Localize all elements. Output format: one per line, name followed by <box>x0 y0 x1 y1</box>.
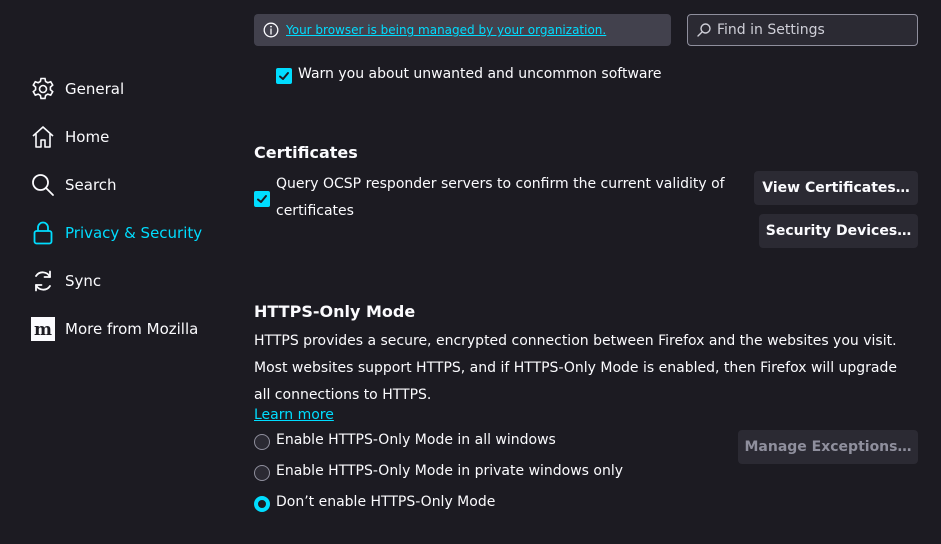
learn-more-link[interactable]: Learn more <box>254 407 334 423</box>
settings-page: General Home Search Privacy & Security S… <box>0 0 941 544</box>
security-devices-button[interactable]: Security Devices… <box>759 214 918 248</box>
sidebar-item-privacy-security[interactable]: Privacy & Security <box>30 217 202 249</box>
https-only-heading: HTTPS-Only Mode <box>254 302 416 321</box>
https-only-disabled-radio[interactable] <box>254 496 270 512</box>
manage-exceptions-button[interactable]: Manage Exceptions… <box>738 430 918 464</box>
sidebar-item-label: General <box>65 80 125 98</box>
certificates-heading: Certificates <box>254 143 358 162</box>
https-only-description: HTTPS provides a secure, encrypted conne… <box>254 333 898 403</box>
sidebar-item-more-from-mozilla[interactable]: m More from Mozilla <box>30 313 198 345</box>
ocsp-checkbox[interactable] <box>254 191 270 207</box>
sidebar-item-sync[interactable]: Sync <box>30 265 101 297</box>
https-only-disabled-label: Don’t enable HTTPS-Only Mode <box>276 494 496 510</box>
lock-icon <box>30 220 56 246</box>
warn-unwanted-software-checkbox[interactable] <box>276 68 292 84</box>
https-only-all-windows-radio[interactable] <box>254 434 270 450</box>
checkmark-icon <box>279 72 289 80</box>
search-icon <box>30 172 56 198</box>
gear-icon <box>30 76 56 102</box>
https-only-private-windows-radio[interactable] <box>254 465 270 481</box>
sidebar-item-label: Home <box>65 128 110 146</box>
svg-text:m: m <box>34 320 52 340</box>
https-only-all-windows-label: Enable HTTPS-Only Mode in all windows <box>276 432 556 448</box>
home-icon <box>30 124 56 150</box>
checkmark-icon <box>257 195 267 203</box>
ocsp-label-line1: Query OCSP responder servers to confirm … <box>276 176 725 192</box>
info-icon <box>263 22 279 38</box>
sidebar-item-search[interactable]: Search <box>30 169 117 201</box>
sidebar-item-general[interactable]: General <box>30 73 124 105</box>
sidebar-item-label: More from Mozilla <box>65 320 199 338</box>
settings-search-box[interactable] <box>687 14 918 46</box>
sidebar-item-label: Search <box>65 176 117 194</box>
search-icon <box>697 23 711 37</box>
ocsp-label-line2: certificates <box>276 203 354 219</box>
sidebar-item-label: Sync <box>65 272 102 290</box>
sidebar-item-label: Privacy & Security <box>65 224 203 242</box>
view-certificates-button[interactable]: View Certificates… <box>754 171 918 205</box>
sidebar-item-home[interactable]: Home <box>30 121 109 153</box>
sync-icon <box>30 268 56 294</box>
sidebar: General Home Search Privacy & Security S… <box>0 0 230 544</box>
warn-unwanted-software-label: Warn you about unwanted and uncommon sof… <box>298 66 662 82</box>
managed-notice-link[interactable]: Your browser is being managed by your or… <box>286 23 606 37</box>
settings-search-input[interactable] <box>717 22 897 38</box>
mozilla-logo-icon: m <box>30 316 56 342</box>
https-only-private-windows-label: Enable HTTPS-Only Mode in private window… <box>276 463 624 479</box>
managed-notice-bar: Your browser is being managed by your or… <box>254 14 671 46</box>
